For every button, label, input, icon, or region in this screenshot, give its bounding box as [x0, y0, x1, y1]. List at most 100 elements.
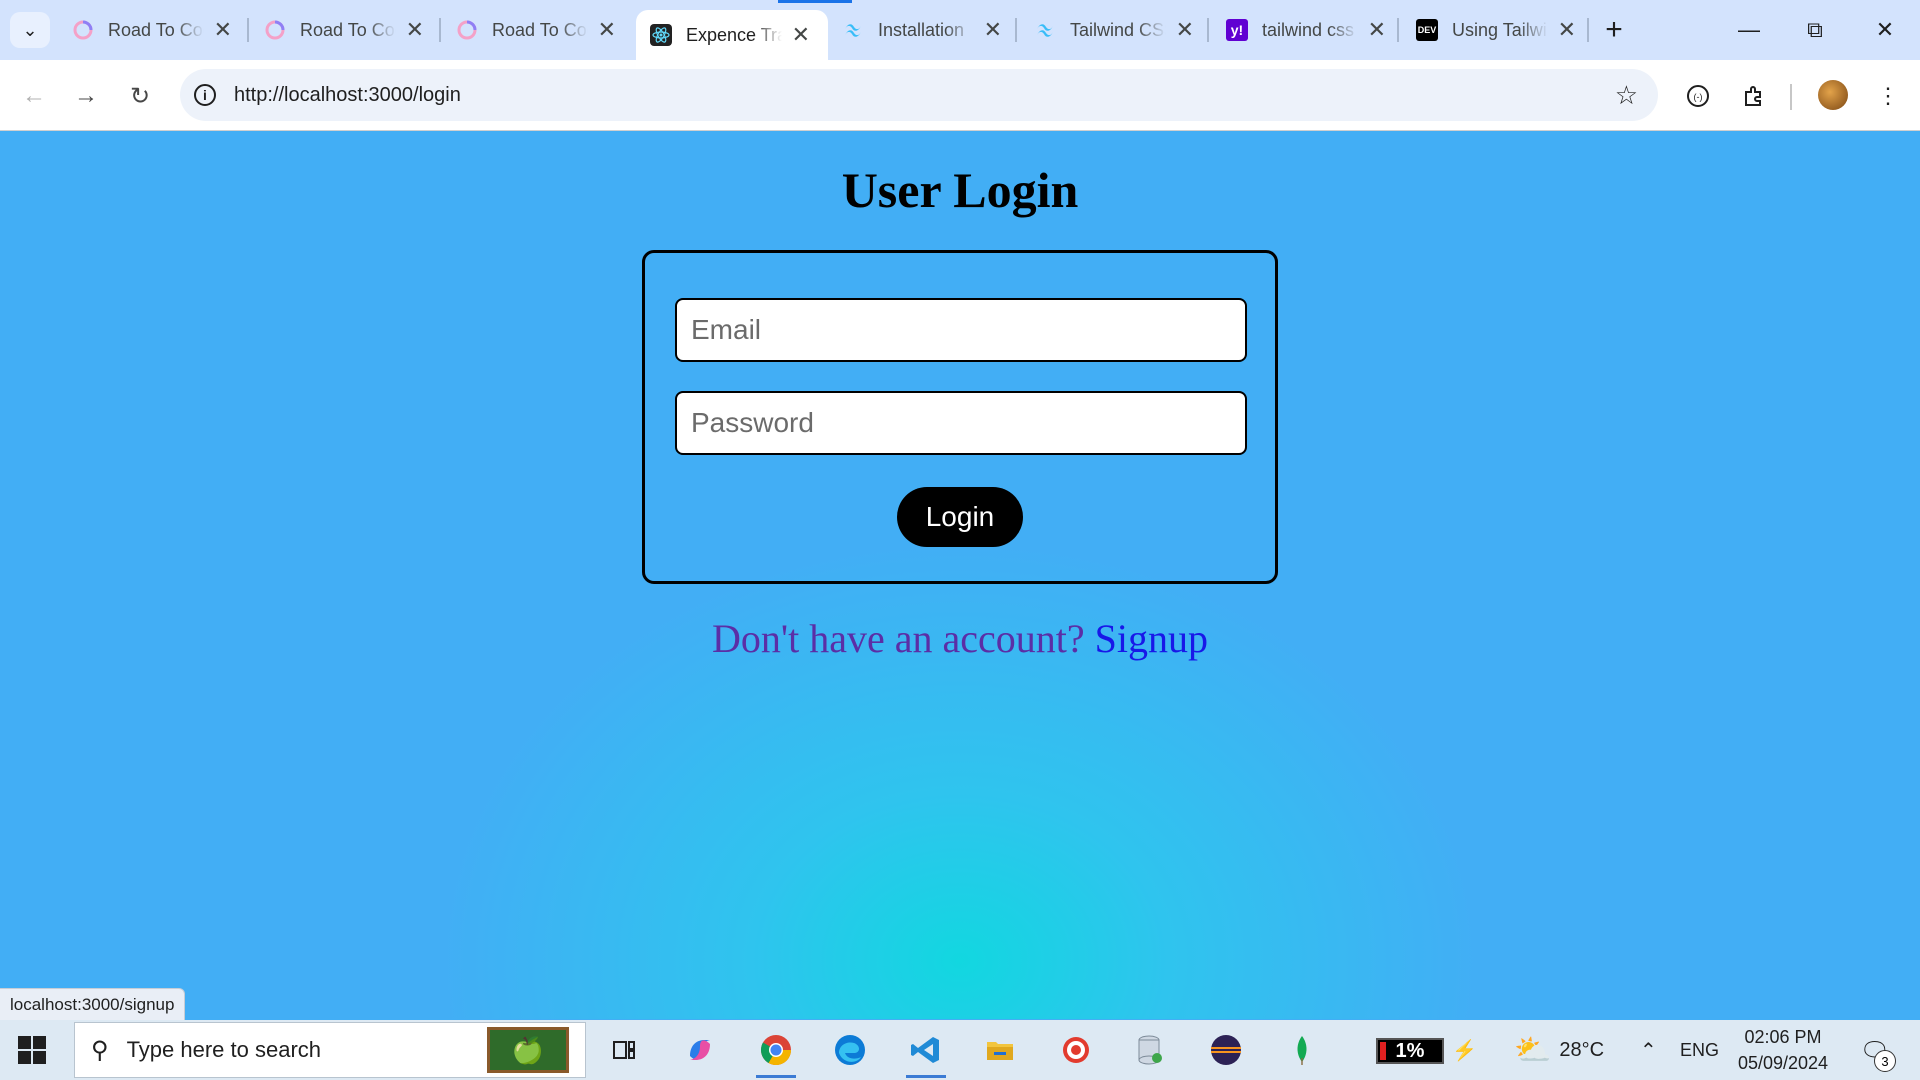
close-icon[interactable]: ✕ — [984, 17, 1002, 43]
windows-logo-pane — [33, 1036, 46, 1049]
file-explorer-icon[interactable] — [980, 1030, 1020, 1070]
arrow-left-icon: ← — [22, 82, 46, 109]
extension-icon[interactable]: (-) — [1678, 76, 1718, 116]
extensions-puzzle-icon[interactable] — [1734, 76, 1774, 116]
windows-logo-pane — [33, 1051, 46, 1064]
clock-date: 05/09/2024 — [1737, 1053, 1829, 1073]
restore-button[interactable]: ⧉ — [1790, 12, 1840, 48]
plus-icon: + — [1605, 13, 1623, 46]
arrow-right-icon: → — [74, 82, 98, 109]
road-to-code-icon — [264, 19, 286, 41]
signup-link[interactable]: Signup — [1095, 616, 1208, 661]
password-input[interactable] — [675, 391, 1247, 455]
browser-tab-strip: ⌄ Road To Code ✕ Road To Code ✕ Road To … — [0, 0, 1920, 60]
login-page: User Login Login Don't have an account? … — [0, 131, 1920, 1022]
database-app-icon[interactable] — [1130, 1030, 1170, 1070]
tab-tailwind-css[interactable]: Tailwind CSS ✕ — [1020, 8, 1212, 52]
tab-separator — [1587, 18, 1589, 42]
minimize-button[interactable]: — — [1724, 12, 1774, 48]
mongodb-icon[interactable] — [1282, 1030, 1322, 1070]
tab-road-to-code-3[interactable]: Road To Code ✕ — [442, 8, 634, 52]
tab-road-to-code-2[interactable]: Road To Code ✕ — [250, 8, 442, 52]
close-window-button[interactable]: ✕ — [1860, 12, 1910, 48]
tab-using-tailwind[interactable]: DEV Using Tailwind ✕ — [1402, 8, 1594, 52]
react-icon — [650, 24, 672, 46]
system-clock[interactable]: 02:06 PM 05/09/2024 — [1728, 1024, 1838, 1076]
target-app-icon[interactable] — [1056, 1030, 1096, 1070]
vscode-icon[interactable] — [906, 1030, 946, 1078]
close-icon[interactable]: ✕ — [792, 22, 810, 48]
tab-expence-tracker[interactable]: Expence Tracker ✕ — [636, 10, 828, 60]
tab-separator — [247, 18, 249, 42]
tab-yahoo-search[interactable]: y! tailwind css ✕ — [1212, 8, 1404, 52]
chevron-up-icon: ⌃ — [1640, 1039, 1657, 1062]
search-icon: ⚲ — [91, 1036, 109, 1064]
road-to-code-icon — [456, 19, 478, 41]
email-input[interactable] — [675, 298, 1247, 362]
address-bar[interactable]: i http://localhost:3000/login ☆ — [180, 69, 1658, 121]
tailwind-icon — [842, 19, 864, 41]
close-icon[interactable]: ✕ — [214, 17, 232, 43]
taskbar-search-placeholder: Type here to search — [126, 1037, 322, 1062]
profile-avatar[interactable] — [1818, 80, 1848, 110]
svg-text:(-): (-) — [1694, 92, 1703, 102]
windows-start-button[interactable] — [18, 1036, 46, 1064]
clock-time: 02:06 PM — [1744, 1027, 1822, 1047]
search-highlight-apple-icon[interactable]: 🍏 — [487, 1027, 569, 1073]
browser-toolbar: ← → ↻ i http://localhost:3000/login ☆ (-… — [0, 60, 1920, 131]
windows-taskbar: ⚲ Type here to search 🍏 1% ⚡ ⛅ 28°C ⌃ EN… — [0, 1020, 1920, 1080]
restore-icon: ⧉ — [1807, 17, 1823, 42]
tab-separator — [1397, 18, 1399, 42]
cloud-sun-icon: ⛅ — [1514, 1033, 1552, 1067]
tab-separator — [439, 18, 441, 42]
close-icon[interactable]: ✕ — [1558, 17, 1576, 43]
login-button[interactable]: Login — [897, 487, 1023, 547]
forward-button[interactable]: → — [66, 76, 106, 116]
notification-count-badge: 3 — [1874, 1050, 1896, 1072]
power-plug-icon[interactable]: ⚡ — [1452, 1020, 1477, 1080]
task-view-icon[interactable] — [604, 1030, 644, 1070]
login-form: Login — [642, 250, 1278, 584]
show-hidden-icons-button[interactable]: ⌃ — [1640, 1020, 1657, 1080]
road-to-code-icon — [72, 19, 94, 41]
toolbar-divider — [1790, 84, 1792, 110]
tab-separator — [1207, 18, 1209, 42]
site-info-icon[interactable]: i — [194, 84, 216, 106]
chevron-down-icon: ⌄ — [22, 19, 38, 40]
link-status-tooltip: localhost:3000/signup — [0, 988, 186, 1022]
back-button[interactable]: ← — [14, 76, 54, 116]
tab-loading-indicator — [778, 0, 852, 3]
url-text[interactable]: http://localhost:3000/login — [234, 84, 461, 107]
tab-road-to-code-1[interactable]: Road To Code ✕ — [58, 8, 250, 52]
bookmark-star-icon[interactable]: ☆ — [1615, 80, 1638, 111]
tab-search-button[interactable]: ⌄ — [10, 12, 50, 48]
minimize-icon: — — [1738, 17, 1760, 42]
browser-menu-button[interactable]: ⋮ — [1868, 76, 1908, 116]
close-icon[interactable]: ✕ — [598, 17, 616, 43]
reload-button[interactable]: ↻ — [120, 76, 160, 116]
close-icon: ✕ — [1875, 17, 1895, 42]
copilot-icon[interactable] — [680, 1030, 720, 1070]
signup-prompt: Don't have an account? Signup — [0, 615, 1920, 662]
tab-separator — [1015, 18, 1017, 42]
taskbar-search-box[interactable]: ⚲ Type here to search 🍏 — [74, 1022, 586, 1078]
chrome-icon[interactable] — [756, 1030, 796, 1078]
signup-prompt-text: Don't have an account? — [712, 616, 1085, 661]
dev-icon: DEV — [1416, 19, 1438, 41]
tab-installation[interactable]: Installation ✕ — [828, 8, 1020, 52]
language-indicator[interactable]: ENG — [1680, 1020, 1719, 1080]
new-tab-button[interactable]: + — [1596, 12, 1632, 48]
edge-icon[interactable] — [830, 1030, 870, 1070]
close-icon[interactable]: ✕ — [406, 17, 424, 43]
eclipse-icon[interactable] — [1206, 1030, 1246, 1070]
page-title: User Login — [841, 162, 1079, 218]
yahoo-icon: y! — [1226, 19, 1248, 41]
close-icon[interactable]: ✕ — [1176, 17, 1194, 43]
close-icon[interactable]: ✕ — [1368, 17, 1386, 43]
more-vertical-icon: ⋮ — [1877, 83, 1899, 108]
weather-widget[interactable]: ⛅ 28°C — [1514, 1020, 1604, 1080]
tailwind-icon — [1034, 19, 1056, 41]
battery-meter[interactable]: 1% — [1376, 1038, 1444, 1064]
weather-temperature: 28°C — [1559, 1038, 1605, 1061]
windows-logo-pane — [18, 1051, 31, 1064]
